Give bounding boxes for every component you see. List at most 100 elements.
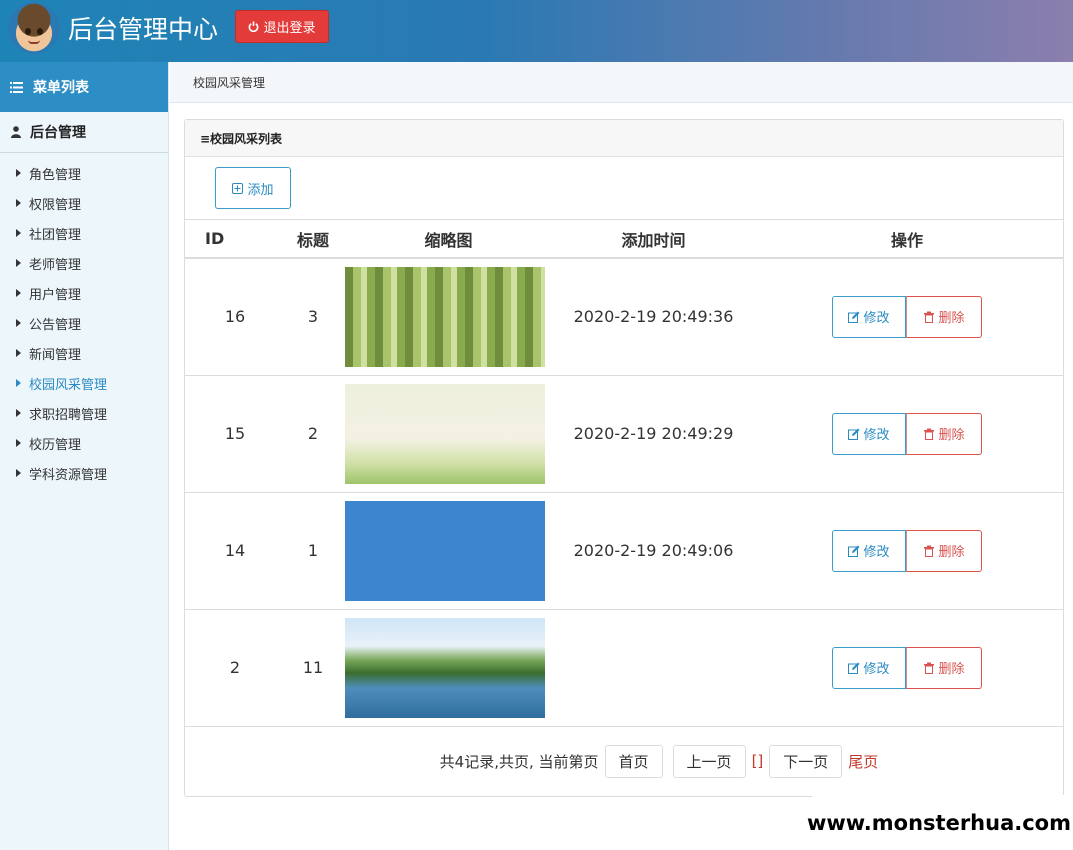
caret-right-icon bbox=[16, 199, 21, 207]
delete-label: 删除 bbox=[938, 311, 965, 327]
plus-square-icon bbox=[232, 182, 244, 194]
cell-thumbnail bbox=[341, 492, 556, 610]
caret-right-icon bbox=[16, 349, 21, 357]
cell-thumbnail bbox=[341, 609, 556, 727]
delete-label: 删除 bbox=[938, 428, 965, 443]
col-id: ID bbox=[185, 220, 285, 259]
sidebar-item-clubs[interactable]: 社团管理 bbox=[0, 218, 168, 248]
delete-button[interactable]: 删除 bbox=[906, 295, 982, 338]
trash-icon bbox=[924, 545, 935, 557]
sidebar-item-resources[interactable]: 学科资源管理 bbox=[0, 458, 168, 488]
cell-id: 16 bbox=[185, 258, 285, 376]
sidebar-item-label: 社团管理 bbox=[29, 227, 82, 243]
caret-right-icon bbox=[16, 319, 21, 327]
power-icon bbox=[249, 21, 259, 32]
sidebar-item-teachers[interactable]: 老师管理 bbox=[0, 248, 168, 278]
edit-button[interactable]: 修改 bbox=[832, 646, 906, 689]
list-icon bbox=[10, 81, 23, 93]
cell-title: 1 bbox=[285, 492, 341, 610]
cell-thumbnail bbox=[341, 375, 556, 493]
cell-id: 14 bbox=[185, 492, 285, 610]
campus-style-table: ID 标题 缩略图 添加时间 操作 16 3 2020-2-19 20:49:3… bbox=[185, 220, 1063, 727]
sidebar-item-jobs[interactable]: 求职招聘管理 bbox=[0, 398, 168, 428]
trash-icon bbox=[924, 428, 935, 440]
delete-button[interactable]: 删除 bbox=[906, 529, 982, 572]
sidebar-item-label: 新闻管理 bbox=[29, 347, 82, 363]
sidebar-group-label: 后台管理 bbox=[30, 125, 86, 141]
sidebar-item-label: 用户管理 bbox=[29, 287, 82, 303]
col-title: 标题 bbox=[285, 220, 341, 259]
pagination: 共4记录,共页, 当前第页 首页 上一页 [] 下一页 尾页 bbox=[185, 727, 1063, 778]
delete-button[interactable]: 删除 bbox=[906, 646, 982, 689]
table-row: 14 1 2020-2-19 20:49:06 修改 删除 bbox=[185, 492, 1063, 610]
logout-label: 退出登录 bbox=[263, 21, 316, 36]
current-page-indicator: [] bbox=[751, 752, 764, 770]
caret-right-icon bbox=[16, 289, 21, 297]
cell-time: 2020-2-19 20:49:29 bbox=[556, 375, 751, 493]
cell-actions: 修改 删除 bbox=[751, 375, 1063, 493]
edit-icon bbox=[848, 662, 860, 674]
logout-button[interactable]: 退出登录 bbox=[235, 10, 329, 43]
edit-label: 修改 bbox=[863, 311, 890, 327]
delete-button[interactable]: 删除 bbox=[906, 412, 982, 455]
thumbnail-image bbox=[345, 617, 545, 718]
sidebar-item-calendar[interactable]: 校历管理 bbox=[0, 428, 168, 458]
pager-summary: 共4记录,共页, 当前第页 bbox=[439, 752, 599, 771]
sidebar-item-label: 权限管理 bbox=[29, 197, 82, 213]
caret-right-icon bbox=[16, 409, 21, 417]
col-thumbnail: 缩略图 bbox=[341, 220, 556, 259]
sidebar-item-label: 求职招聘管理 bbox=[29, 407, 108, 423]
trash-icon bbox=[924, 662, 935, 674]
sidebar-item-label: 公告管理 bbox=[29, 317, 82, 333]
add-button[interactable]: 添加 bbox=[215, 167, 291, 209]
next-page-button[interactable]: 下一页 bbox=[769, 744, 843, 778]
top-header: 后台管理中心 退出登录 bbox=[0, 0, 1073, 62]
sidebar-item-announcements[interactable]: 公告管理 bbox=[0, 308, 168, 338]
cell-time bbox=[556, 609, 751, 727]
caret-right-icon bbox=[16, 229, 21, 237]
cell-actions: 修改 删除 bbox=[751, 609, 1063, 727]
add-label: 添加 bbox=[247, 182, 274, 198]
app-title: 后台管理中心 bbox=[68, 15, 219, 44]
cell-title: 11 bbox=[285, 609, 341, 727]
sidebar-item-news[interactable]: 新闻管理 bbox=[0, 338, 168, 368]
table-header-row: ID 标题 缩略图 添加时间 操作 bbox=[185, 220, 1063, 259]
sidebar-item-roles[interactable]: 角色管理 bbox=[0, 158, 168, 188]
edit-label: 修改 bbox=[863, 428, 890, 443]
sidebar-header-label: 菜单列表 bbox=[33, 80, 89, 96]
edit-button[interactable]: 修改 bbox=[832, 529, 906, 572]
sidebar-group-admin[interactable]: 后台管理 bbox=[0, 112, 168, 153]
thumbnail-image bbox=[345, 266, 545, 367]
prev-page-button[interactable]: 上一页 bbox=[672, 744, 746, 778]
sidebar-item-label: 校园风采管理 bbox=[29, 377, 108, 393]
cell-time: 2020-2-19 20:49:36 bbox=[556, 258, 751, 376]
table-row: 16 3 2020-2-19 20:49:36 修改 删除 bbox=[185, 258, 1063, 376]
caret-right-icon bbox=[16, 379, 21, 387]
thumbnail-image bbox=[345, 500, 545, 601]
cell-title: 2 bbox=[285, 375, 341, 493]
edit-icon bbox=[848, 428, 860, 440]
avatar bbox=[8, 2, 60, 54]
sidebar-item-permissions[interactable]: 权限管理 bbox=[0, 188, 168, 218]
last-page-link[interactable]: 尾页 bbox=[848, 751, 878, 772]
col-added-time: 添加时间 bbox=[556, 220, 751, 259]
cell-actions: 修改 删除 bbox=[751, 258, 1063, 376]
cell-id: 2 bbox=[185, 609, 285, 727]
sidebar-header: 菜单列表 bbox=[0, 62, 168, 112]
list-panel: ≡校园风采列表 添加 ID 标题 缩略图 添加时间 操作 16 3 2020-2… bbox=[184, 119, 1064, 797]
cell-actions: 修改 删除 bbox=[751, 492, 1063, 610]
sidebar-item-campus-style[interactable]: 校园风采管理 bbox=[0, 368, 168, 398]
site-watermark: www.monsterhua.com bbox=[807, 795, 1073, 850]
sidebar-menu: 角色管理 权限管理 社团管理 老师管理 用户管理 公告管理 新闻管理 校园风采管… bbox=[0, 153, 168, 488]
breadcrumb-current: 校园风采管理 bbox=[193, 75, 266, 90]
delete-label: 删除 bbox=[938, 545, 965, 560]
edit-button[interactable]: 修改 bbox=[832, 412, 906, 455]
edit-icon bbox=[848, 311, 860, 323]
edit-button[interactable]: 修改 bbox=[832, 295, 906, 338]
sidebar-item-label: 校历管理 bbox=[29, 437, 82, 453]
table-row: 15 2 2020-2-19 20:49:29 修改 删除 bbox=[185, 375, 1063, 493]
sidebar-item-users[interactable]: 用户管理 bbox=[0, 278, 168, 308]
user-icon bbox=[11, 126, 21, 138]
edit-icon bbox=[848, 545, 860, 557]
first-page-button[interactable]: 首页 bbox=[604, 744, 663, 778]
